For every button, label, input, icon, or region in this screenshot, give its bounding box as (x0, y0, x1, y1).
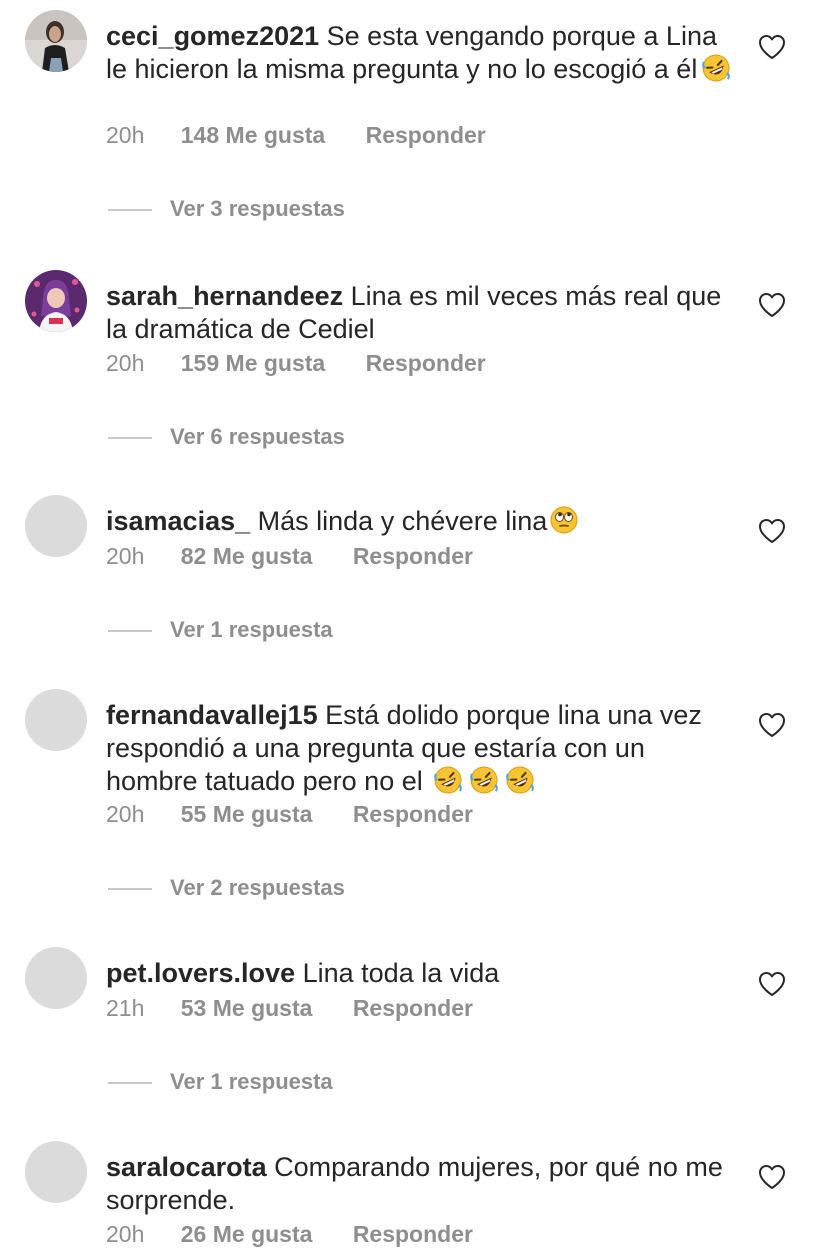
avatar[interactable] (25, 495, 87, 557)
comment-text-block: isamacias_ Más linda y chévere lina (106, 505, 736, 538)
comment-time: 20h (106, 350, 145, 376)
comment-username[interactable]: fernandavallej15 (106, 700, 318, 730)
view-replies-label: Ver 2 respuestas (170, 875, 345, 900)
reply-button[interactable]: Responder (366, 350, 486, 377)
likes-count[interactable]: 55 Me gusta (181, 801, 313, 828)
comment-meta: 20h 148 Me gusta Responder (106, 122, 486, 149)
view-replies-divider (108, 437, 152, 439)
view-replies-divider (108, 209, 152, 211)
reply-button[interactable]: Responder (353, 801, 473, 828)
rolling-on-floor-laughing-emoji (505, 766, 534, 794)
heart-outline-icon[interactable] (758, 1164, 786, 1190)
view-replies-label: Ver 6 respuestas (170, 424, 345, 449)
comment-text: Lina toda la vida (302, 958, 500, 988)
likes-count[interactable]: 148 Me gusta (181, 122, 325, 149)
avatar[interactable] (25, 947, 87, 1009)
view-replies-label: Ver 3 respuestas (170, 196, 345, 221)
comment-text-block: fernandavallej15 Está dolido porque lina… (106, 699, 736, 798)
view-replies-button[interactable]: Ver 3 respuestas (108, 196, 345, 222)
heart-outline-icon[interactable] (758, 971, 786, 997)
avatar[interactable] (25, 689, 87, 751)
comment-time: 20h (106, 122, 145, 148)
heart-outline-icon[interactable] (758, 34, 786, 60)
view-replies-button[interactable]: Ver 6 respuestas (108, 424, 345, 450)
reply-button[interactable]: Responder (366, 122, 486, 149)
likes-count[interactable]: 159 Me gusta (181, 350, 325, 377)
view-replies-divider (108, 888, 152, 890)
comment-text-block: ceci_gomez2021 Se esta vengando porque a… (106, 20, 736, 86)
comment-time: 20h (106, 1221, 145, 1247)
comment-meta: 20h 55 Me gusta Responder (106, 801, 473, 828)
heart-outline-icon[interactable] (758, 518, 786, 544)
view-replies-divider (108, 1082, 152, 1084)
view-replies-divider (108, 630, 152, 632)
likes-count[interactable]: 26 Me gusta (181, 1221, 313, 1248)
face-with-rolling-eyes-emoji (550, 506, 578, 534)
reply-button[interactable]: Responder (353, 543, 473, 570)
comment-time: 20h (106, 543, 145, 569)
comment-username[interactable]: sarah_hernandeez (106, 281, 343, 311)
likes-count[interactable]: 82 Me gusta (181, 543, 313, 570)
rolling-on-floor-laughing-emoji (469, 766, 498, 794)
comment-username[interactable]: saralocarota (106, 1152, 267, 1182)
comment-username[interactable]: isamacias_ (106, 506, 250, 536)
reply-button[interactable]: Responder (353, 995, 473, 1022)
comment-text: Más linda y chévere lina (257, 506, 548, 536)
comment-meta: 20h 159 Me gusta Responder (106, 350, 486, 377)
view-replies-button[interactable]: Ver 1 respuesta (108, 1069, 333, 1095)
comment-username[interactable]: ceci_gomez2021 (106, 21, 319, 51)
comment-time: 21h (106, 995, 145, 1021)
avatar[interactable] (25, 270, 87, 332)
likes-count[interactable]: 53 Me gusta (181, 995, 313, 1022)
comment-time: 20h (106, 801, 145, 827)
view-replies-label: Ver 1 respuesta (170, 1069, 333, 1094)
comment-meta: 20h 82 Me gusta Responder (106, 543, 473, 570)
comment-text-block: sarah_hernandeez Lina es mil veces más r… (106, 280, 736, 346)
rolling-on-floor-laughing-emoji (702, 54, 731, 82)
view-replies-label: Ver 1 respuesta (170, 617, 333, 642)
heart-outline-icon[interactable] (758, 712, 786, 738)
rolling-on-floor-laughing-emoji (433, 766, 462, 794)
comment-meta: 20h 26 Me gusta Responder (106, 1221, 473, 1248)
comment-meta: 21h 53 Me gusta Responder (106, 995, 473, 1022)
view-replies-button[interactable]: Ver 2 respuestas (108, 875, 345, 901)
reply-button[interactable]: Responder (353, 1221, 473, 1248)
avatar[interactable] (25, 10, 87, 72)
avatar[interactable] (25, 1141, 87, 1203)
view-replies-button[interactable]: Ver 1 respuesta (108, 617, 333, 643)
comment-text-block: saralocarota Comparando mujeres, por qué… (106, 1151, 736, 1217)
comment-text-block: pet.lovers.love Lina toda la vida (106, 957, 736, 990)
heart-outline-icon[interactable] (758, 292, 786, 318)
comment-username[interactable]: pet.lovers.love (106, 958, 295, 988)
